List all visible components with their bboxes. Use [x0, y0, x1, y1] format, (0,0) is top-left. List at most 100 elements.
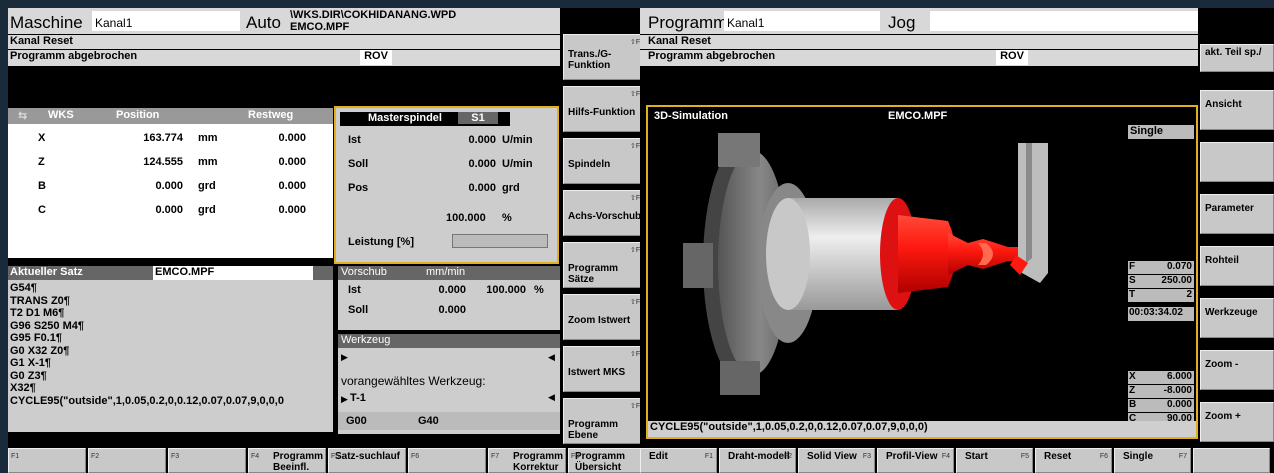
feed-unit: mm/min [426, 266, 466, 278]
bottom-softkey[interactable]: Programm Beeinfl. F4 [248, 448, 326, 473]
right-bottom-softkey[interactable]: Start F5 [956, 448, 1033, 473]
r-mode-label: Programm [648, 13, 728, 32]
right-bottom-softkey[interactable]: Reset F6 [1035, 448, 1112, 473]
sim-coord-row: X 6.000 [1128, 371, 1194, 384]
bottom-softkey[interactable]: F3 [168, 448, 246, 473]
path-line2: EMCO.MPF [290, 21, 350, 33]
side-top-key[interactable]: akt. Teil sp./ [1200, 44, 1274, 72]
path-line1: \WKS.DIR\COKHIDANANG.WPD [290, 9, 457, 21]
right-header: Programm Kanal1 Jog [640, 8, 1198, 34]
right-bottom-softkey-label: Profil-View [886, 451, 938, 462]
axis-restweg: 0.000 [278, 204, 306, 216]
sim-param-row: T2 [1128, 289, 1194, 302]
right-bottom-softkey-label: Solid View [807, 451, 857, 462]
sim-param-row: S 250.00 [1128, 275, 1194, 288]
side-softkey-label: Hilfs-Funktion [568, 107, 636, 118]
right-side-softkey-label: Ansicht [1205, 99, 1242, 110]
sim-coord-row: B 0.000 [1128, 399, 1194, 412]
bottom-softkey[interactable]: Satz-suchlauf F5 [328, 448, 406, 473]
program-line: G96 S250 M4¶ [10, 319, 84, 332]
axis-name: C [38, 204, 46, 216]
r-rov-indicator: ROV [996, 50, 1028, 65]
bottom-softkey[interactable]: F1 [8, 448, 86, 473]
r-status-text-2: Programm abgebrochen [648, 50, 776, 62]
side-softkey[interactable]: Achs-Vorschub ⇧F4 [563, 190, 648, 236]
right-side-softkey-label: Rohteil [1205, 255, 1239, 266]
tool-arrow-icon: ▶ [341, 352, 348, 362]
sim-time: 00:03:34.02 [1128, 307, 1194, 321]
program-line: G0 X32 Z0¶ [10, 344, 70, 357]
preselected-value[interactable]: T-1 [350, 392, 366, 404]
spindle-row: Ist 0.000 U/min [336, 134, 557, 152]
right-bottom-softkey[interactable] [1193, 448, 1270, 473]
sim-coord-key: X [1129, 371, 1136, 382]
bottom-softkey[interactable]: Programm Korrektur F7 [488, 448, 566, 473]
simulation-panel: 3D-Simulation EMCO.MPF Single F 0.070 S … [646, 105, 1198, 439]
bottom-softkey[interactable]: Programm Übersicht F8 [568, 448, 646, 473]
sim-coord-value: -8.000 [1163, 385, 1192, 396]
axis-position: 0.000 [155, 204, 183, 216]
simulation-view[interactable] [648, 123, 1118, 419]
left-header: Maschine Kanal1 Auto \WKS.DIR\COKHIDANAN… [8, 8, 560, 34]
axis-position: 163.774 [143, 132, 183, 144]
program-line: G0 Z3¶ [10, 369, 47, 382]
side-softkey[interactable]: Trans./G-Funktion ⇧F1 [563, 34, 648, 80]
right-bottom-softkey-label: Draht-modell [728, 451, 790, 462]
right-bottom-softkey[interactable]: Draht-modell F2 [719, 448, 796, 473]
right-side-softkey[interactable]: Zoom + [1200, 402, 1274, 442]
program-line: G1 X-1¶ [10, 357, 51, 369]
sim-coord-row: Z -8.000 [1128, 385, 1194, 398]
tool-header: Werkzeug [338, 334, 560, 348]
right-bottom-softkey-label: Single [1123, 451, 1154, 462]
side-softkey[interactable]: Istwert MKS ⇧F7 [563, 346, 648, 392]
right-bottom-softkey[interactable]: Single F7 [1114, 448, 1191, 473]
side-softkey[interactable]: Programm Sätze ⇧F5 [563, 242, 648, 288]
side-softkey[interactable]: Zoom Istwert ⇧F6 [563, 294, 648, 340]
right-bottom-softkey-label: Start [965, 451, 988, 462]
bottom-softkey[interactable]: F2 [88, 448, 166, 473]
gcode-1: G00 [346, 415, 367, 427]
side-softkey-label: Programm Ebene [568, 419, 619, 441]
spindle-row-label: Ist [348, 134, 361, 146]
axis-name: B [38, 180, 46, 192]
sim-param-key: T [1129, 289, 1136, 300]
softkey-fnum: F2 [783, 453, 792, 460]
program-line: CYCLE95("outside",1,0.05,0.2,0,0.12,0.07… [10, 394, 284, 407]
spindle-row-unit: U/min [502, 134, 533, 146]
gcode-2: G40 [418, 415, 439, 427]
block-panel: Aktueller Satz EMCO.MPF G54¶ TRANS Z0¶ T2 … [8, 266, 333, 432]
mode-label: Maschine [10, 13, 83, 32]
status-text-2: Programm abgebrochen [10, 50, 138, 62]
opmode-label: Auto [246, 13, 281, 32]
right-bottom-softkey[interactable]: Profil-View F4 [877, 448, 954, 473]
right-side-softkey[interactable]: Zoom - [1200, 350, 1274, 390]
right-side-softkey-label: Zoom - [1205, 359, 1239, 370]
right-side-softkey[interactable]: Parameter [1200, 194, 1274, 234]
right-bottom-softkey[interactable]: Edit F1 [640, 448, 717, 473]
right-side-softkey[interactable]: Werkzeuge [1200, 298, 1274, 338]
right-bottom-softkey[interactable]: Solid View F3 [798, 448, 875, 473]
bottom-softkey-label: Programm Übersicht [575, 451, 626, 473]
softkey-fnum: F4 [251, 453, 260, 460]
spindle-row-unit: grd [502, 182, 520, 194]
side-softkey[interactable]: Hilfs-Funktion ⇧F2 [563, 86, 648, 132]
wks-panel: ⇆ WKS Position Restweg X 163.774 mm 0.000 Z 1… [8, 108, 333, 258]
feed-panel: Vorschub mm/min Ist 0.000 100.000% Soll 0.00… [338, 266, 560, 330]
softkey-fnum: F8 [571, 453, 580, 460]
right-side-softkey[interactable] [1200, 142, 1274, 182]
spindle-row-value: 0.000 [468, 182, 496, 194]
feed-header: Vorschub mm/min [338, 266, 560, 280]
power-label: Leistung [%] [348, 236, 414, 248]
tool-left2-icon: ◀ [548, 392, 555, 402]
feed-title: Vorschub [341, 266, 387, 278]
left-screen: Maschine Kanal1 Auto \WKS.DIR\COKHIDANAN… [8, 8, 648, 473]
side-softkey[interactable]: Programm Ebene ⇧F8 [563, 398, 648, 444]
right-side-softkey[interactable]: Rohteil [1200, 246, 1274, 286]
right-side-softkey[interactable]: Ansicht [1200, 90, 1274, 130]
bottom-softkey[interactable]: F6 [408, 448, 486, 473]
side-softkey[interactable]: Spindeln ⇧F3 [563, 138, 648, 184]
sim-param-value: 2 [1186, 289, 1192, 300]
r-opmode-label: Jog [888, 13, 916, 32]
cycle-text: CYCLE95("outside",1,0.05,0.2,0,0.12,0.07… [650, 421, 928, 433]
wks-col-label: WKS [48, 109, 74, 121]
